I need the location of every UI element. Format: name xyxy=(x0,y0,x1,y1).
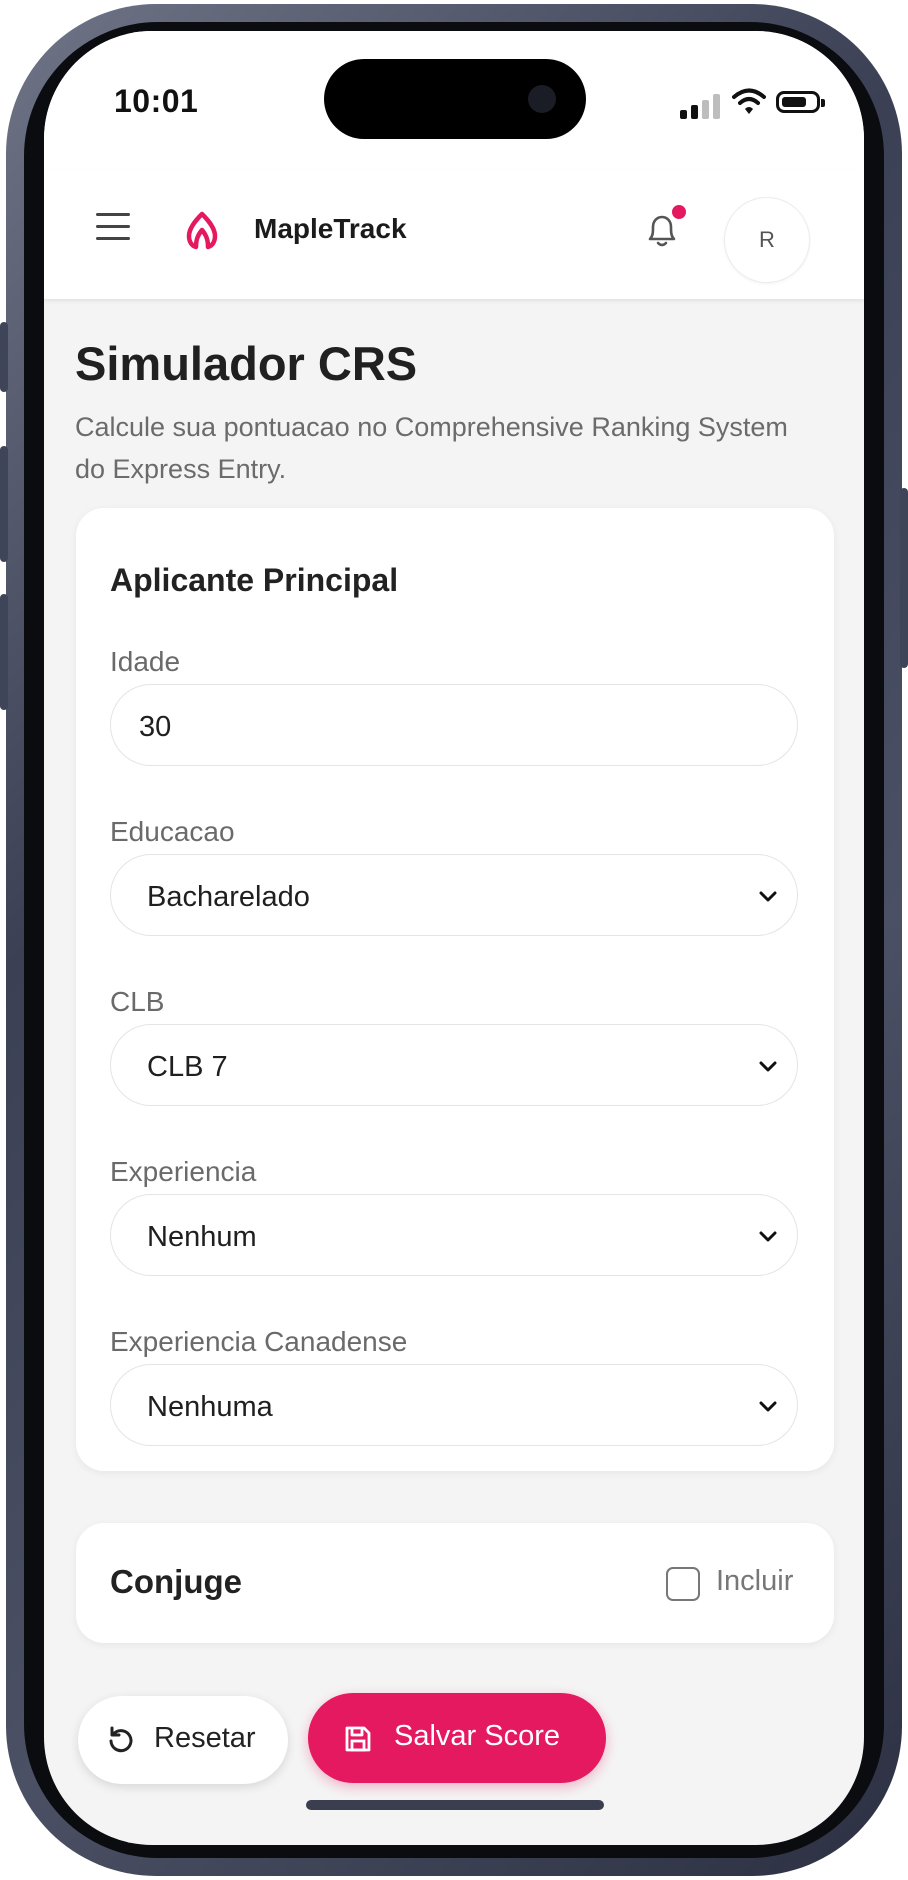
chevron-down-icon xyxy=(759,1231,777,1242)
clb-value: CLB 7 xyxy=(147,1051,228,1083)
reset-button[interactable]: Resetar xyxy=(78,1696,288,1784)
age-value: 30 xyxy=(139,711,172,743)
status-bar: 10:01 xyxy=(44,31,864,171)
spouse-title: Conjuge xyxy=(110,1563,242,1600)
page-title: Simulador CRS xyxy=(75,337,418,390)
education-label: Educacao xyxy=(110,816,235,847)
education-value: Bacharelado xyxy=(147,881,310,913)
age-label: Idade xyxy=(110,646,181,677)
experience-label: Experiencia xyxy=(110,1156,257,1187)
dynamic-island xyxy=(324,59,586,139)
power-button xyxy=(900,488,908,668)
app-brand-name: MapleTrack xyxy=(254,213,407,244)
volume-down-button xyxy=(0,594,8,710)
chevron-down-icon xyxy=(759,1061,777,1072)
canadian-experience-select[interactable]: Nenhuma xyxy=(110,1364,798,1446)
reset-button-label: Resetar xyxy=(154,1722,256,1754)
clb-select[interactable]: CLB 7 xyxy=(110,1024,798,1106)
canadian-experience-label: Experiencia Canadense xyxy=(110,1326,408,1357)
app-header: MapleTrack R xyxy=(44,171,864,299)
maple-logo-icon xyxy=(186,211,218,250)
home-indicator[interactable] xyxy=(306,1800,604,1810)
experience-select[interactable]: Nenhum xyxy=(110,1194,798,1276)
canadian-experience-value: Nenhuma xyxy=(147,1391,273,1423)
age-input[interactable]: 30 xyxy=(110,684,798,766)
screen: 10:01 MapleTrack R Simulador CRS Calcule… xyxy=(44,31,864,1845)
chevron-down-icon xyxy=(759,1401,777,1412)
clb-label: CLB xyxy=(110,986,165,1017)
include-spouse-label[interactable]: Incluir xyxy=(716,1565,793,1598)
avatar[interactable]: R xyxy=(724,197,810,283)
save-icon xyxy=(345,1726,371,1752)
include-spouse-checkbox[interactable] xyxy=(666,1567,700,1601)
menu-icon[interactable] xyxy=(96,213,132,241)
page-subtitle: Calcule sua pontuacao no Comprehensive R… xyxy=(75,412,788,484)
education-select[interactable]: Bacharelado xyxy=(110,854,798,936)
refresh-icon xyxy=(109,1726,133,1753)
principal-applicant-card: Aplicante Principal Idade 30 Educacao Ba… xyxy=(76,508,834,1471)
card-title: Aplicante Principal xyxy=(110,562,399,598)
status-time: 10:01 xyxy=(114,83,199,119)
chevron-down-icon xyxy=(759,891,777,902)
notification-badge xyxy=(672,205,686,219)
signal-icon xyxy=(680,93,722,119)
action-button xyxy=(0,322,8,392)
volume-up-button xyxy=(0,446,8,562)
battery-icon xyxy=(776,91,825,113)
save-score-button[interactable]: Salvar Score xyxy=(308,1693,606,1783)
spouse-card: Conjuge Incluir xyxy=(76,1523,834,1643)
front-camera xyxy=(528,85,556,113)
experience-value: Nenhum xyxy=(147,1221,257,1253)
save-button-label: Salvar Score xyxy=(394,1720,561,1752)
wifi-icon xyxy=(732,88,766,114)
